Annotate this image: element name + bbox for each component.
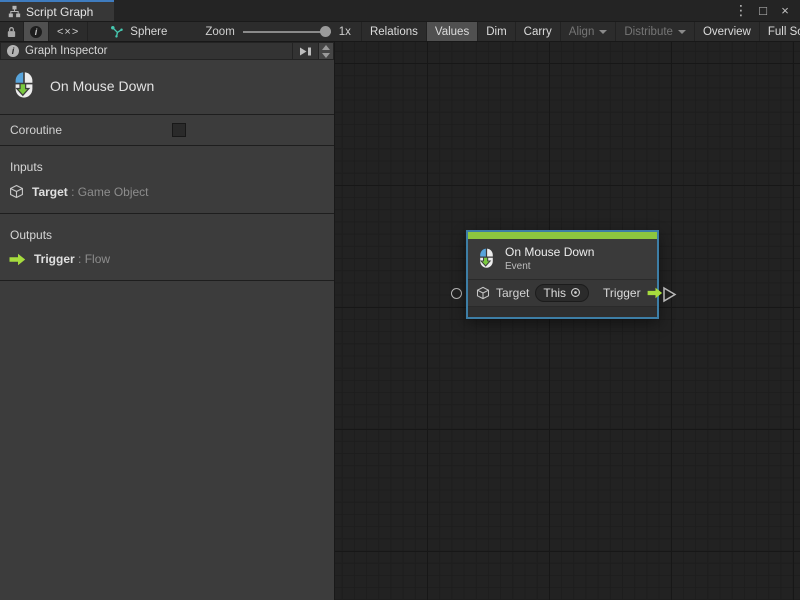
- coroutine-label: Coroutine: [10, 123, 62, 137]
- align-button[interactable]: Align: [560, 22, 616, 41]
- outputs-section: Outputs Trigger : Flow: [0, 214, 334, 280]
- dock-icon: [299, 46, 312, 57]
- mouse-down-icon: [476, 247, 497, 271]
- event-color-bar: [468, 232, 657, 239]
- spinner-up-icon: [322, 45, 330, 50]
- flow-arrow-icon: [647, 287, 663, 299]
- output-port-type: : Flow: [78, 252, 110, 266]
- tab-script-graph[interactable]: Script Graph: [0, 0, 114, 21]
- target-picker-icon: [570, 287, 581, 298]
- inspector-header: i Graph Inspector: [0, 42, 334, 60]
- node-footer: [468, 306, 657, 317]
- full-screen-button[interactable]: Full Screen: [759, 22, 800, 41]
- inputs-section: Inputs Target : Game Object: [0, 146, 334, 213]
- zoom-slider-track: [243, 31, 331, 33]
- script-graph-icon: [8, 5, 21, 18]
- graph-breadcrumb[interactable]: Sphere: [88, 22, 177, 41]
- node-header: On Mouse Down Event: [468, 239, 657, 279]
- zoom-label: Zoom: [205, 26, 234, 38]
- unit-title: On Mouse Down: [50, 78, 154, 94]
- carry-button[interactable]: Carry: [515, 22, 560, 41]
- node-trigger-label: Trigger: [603, 286, 641, 300]
- unit-header: On Mouse Down: [0, 60, 334, 114]
- zoom-slider[interactable]: [243, 21, 331, 42]
- coroutine-row: Coroutine: [0, 115, 334, 145]
- inputs-header: Inputs: [0, 154, 334, 182]
- lock-button[interactable]: [0, 22, 24, 41]
- dock-panel-button[interactable]: [292, 43, 318, 59]
- graph-canvas[interactable]: On Mouse Down Event Target This: [335, 42, 800, 600]
- window-menu-icon[interactable]: ⋮: [732, 2, 750, 20]
- title-bar: Script Graph ⋮ □ ×: [0, 0, 800, 21]
- game-object-cube-icon: [476, 286, 490, 300]
- info-icon: i: [7, 45, 19, 57]
- input-port-type: : Game Object: [71, 185, 148, 199]
- output-port-row: Trigger : Flow: [0, 250, 334, 270]
- game-object-cube-icon: [9, 184, 24, 199]
- zoom-slider-handle[interactable]: [320, 26, 331, 37]
- graph-breadcrumb-label: Sphere: [130, 26, 167, 38]
- dropdown-arrow-icon: [678, 30, 686, 34]
- target-value: This: [543, 286, 566, 300]
- dim-button[interactable]: Dim: [477, 22, 514, 41]
- mouse-down-icon: [10, 70, 38, 102]
- inspector-toggle-button[interactable]: i: [24, 22, 49, 41]
- toolbar-actions: Relations Values Dim Carry Align Distrib…: [361, 22, 800, 41]
- on-mouse-down-node[interactable]: On Mouse Down Event Target This: [466, 230, 659, 319]
- close-icon[interactable]: ×: [776, 2, 794, 20]
- node-subtitle: Event: [505, 261, 594, 272]
- tab-label: Script Graph: [26, 5, 93, 19]
- node-target-label: Target: [496, 286, 529, 300]
- lock-icon: [6, 26, 17, 38]
- inspector-title: Graph Inspector: [25, 45, 107, 57]
- zoom-value: 1x: [339, 26, 351, 38]
- info-icon: i: [30, 26, 42, 38]
- outputs-header: Outputs: [0, 222, 334, 250]
- window-controls: ⋮ □ ×: [732, 0, 800, 21]
- input-port-name: Target: [32, 185, 68, 199]
- graph-node-icon: [110, 25, 124, 39]
- zoom-control: Zoom 1x: [177, 22, 361, 41]
- node-ports-row: Target This Trigger: [468, 279, 657, 306]
- input-port-row: Target : Game Object: [0, 182, 334, 203]
- edit-source-button[interactable]: <×>: [49, 22, 88, 41]
- output-port-name: Trigger: [34, 252, 75, 266]
- distribute-button[interactable]: Distribute: [615, 22, 694, 41]
- main-area: i Graph Inspector: [0, 42, 800, 600]
- maximize-icon[interactable]: □: [754, 2, 772, 20]
- values-button[interactable]: Values: [426, 22, 477, 41]
- dropdown-arrow-icon: [599, 30, 607, 34]
- relations-button[interactable]: Relations: [361, 22, 426, 41]
- inspector-empty-area: [0, 281, 334, 600]
- node-output-port[interactable]: [662, 286, 677, 303]
- panel-spinner[interactable]: [318, 43, 333, 59]
- node-title: On Mouse Down: [505, 245, 594, 259]
- node-input-port[interactable]: [451, 288, 462, 299]
- target-value-chip[interactable]: This: [535, 284, 589, 302]
- coroutine-checkbox[interactable]: [172, 123, 186, 137]
- spinner-down-icon: [322, 53, 330, 58]
- code-icon: <×>: [57, 26, 79, 38]
- flow-arrow-icon: [9, 253, 26, 266]
- graph-inspector-panel: i Graph Inspector: [0, 42, 335, 600]
- overview-button[interactable]: Overview: [694, 22, 759, 41]
- graph-toolbar: i <×> Sphere Zoom 1x Relations Values Di…: [0, 21, 800, 42]
